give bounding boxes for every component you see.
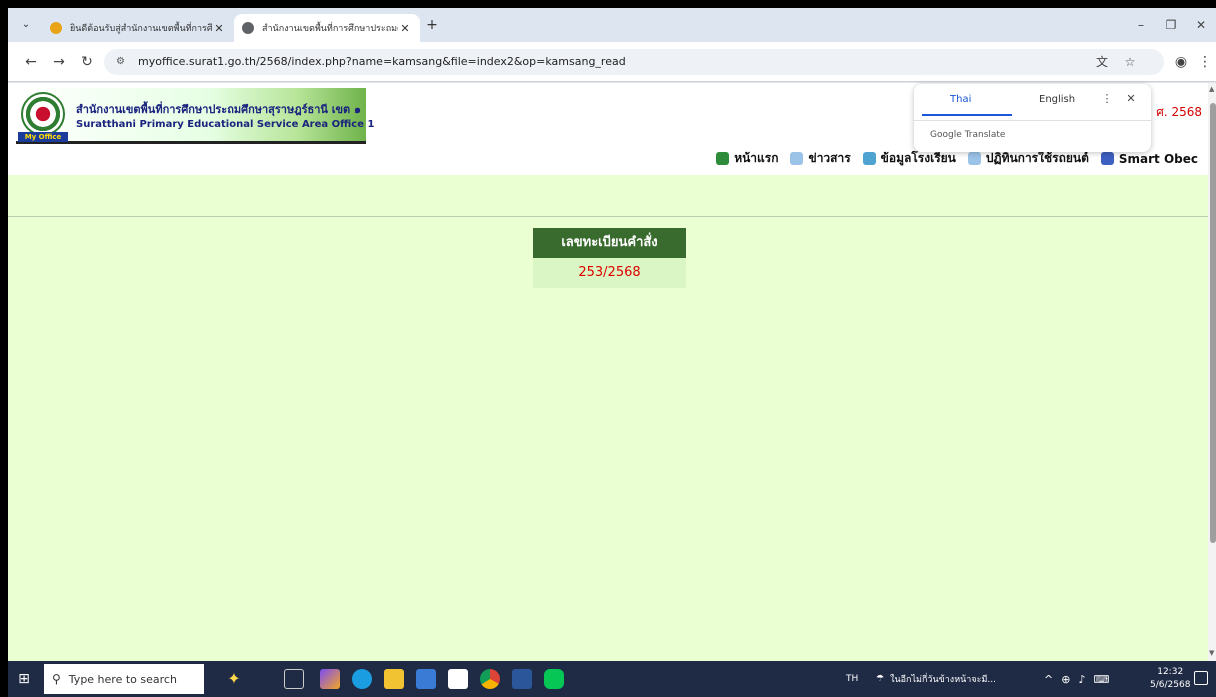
tab-close-icon[interactable]: ✕	[212, 22, 226, 35]
translate-popup: Thai English ⋮ ✕ Google Translate	[914, 84, 1151, 152]
register-number-value: 253/2568	[533, 258, 686, 288]
network-icon[interactable]: ⊕	[1061, 673, 1070, 686]
tab-office[interactable]: สำนักงานเขตพื้นที่การศึกษาประถมศึ ✕	[234, 14, 420, 42]
address-bar[interactable]: ⚙ myoffice.surat1.go.th/2568/index.php?n…	[104, 49, 1164, 75]
mail-icon[interactable]	[448, 669, 468, 689]
notification-icon[interactable]	[1194, 671, 1208, 685]
url-text[interactable]: myoffice.surat1.go.th/2568/index.php?nam…	[138, 55, 626, 68]
bookmark-star-icon[interactable]: ☆	[1122, 54, 1138, 70]
org-name-english: Suratthani Primary Educational Service A…	[76, 119, 375, 130]
translate-close-icon[interactable]: ✕	[1124, 92, 1138, 106]
clock[interactable]: 12:32 5/6/2568	[1150, 666, 1190, 692]
word-icon[interactable]	[512, 669, 532, 689]
tray-icons[interactable]: ^ ⊕ ♪ ⌨	[1044, 661, 1109, 697]
logo-tag: My Office	[18, 132, 68, 142]
translate-icon[interactable]: 文	[1094, 54, 1110, 70]
site-info-icon[interactable]: ⚙	[116, 54, 132, 70]
book-icon	[1100, 152, 1114, 165]
taskbar-search[interactable]: ⚲ Type here to search	[44, 664, 204, 694]
year-text: ศ. 2568	[1156, 105, 1202, 119]
chrome-icon[interactable]	[480, 669, 500, 689]
globe-icon	[242, 22, 254, 34]
vertical-scrollbar[interactable]: ▲ ▼	[1208, 83, 1216, 661]
back-arrow-icon[interactable]: ←	[22, 53, 40, 71]
scroll-thumb[interactable]	[1210, 103, 1216, 543]
new-tab-button[interactable]: +	[424, 17, 440, 33]
menu-item-label: ข่าวสาร	[808, 151, 851, 165]
navigation-bar: ← → ↻ ⚙ myoffice.surat1.go.th/2568/index…	[8, 42, 1216, 82]
profile-icon[interactable]: ◉	[1172, 53, 1190, 71]
tab-title: ยินดีต้อนรับสู่สำนักงานเขตพื้นที่การศึ	[70, 24, 212, 34]
menu-item-news[interactable]: ข่าวสาร	[790, 149, 851, 168]
menu-item-smart-obec[interactable]: Smart Obec	[1100, 151, 1198, 166]
translate-source-tab[interactable]: Thai	[950, 94, 971, 105]
tab-title: สำนักงานเขตพื้นที่การศึกษาประถมศึ	[262, 24, 398, 34]
active-tab-indicator	[922, 114, 1012, 116]
weather-text: ในอีกไม่กี่วันข้างหน้าจะมี...	[890, 675, 996, 685]
news-icon	[790, 152, 804, 165]
windows-start-icon[interactable]: ⊞	[14, 669, 34, 689]
search-placeholder: Type here to search	[68, 672, 177, 686]
file-explorer-icon[interactable]	[384, 669, 404, 689]
clock-time: 12:32	[1157, 667, 1184, 677]
page-content: My Office สำนักงานเขตพื้นที่การศึกษาประถ…	[8, 83, 1208, 661]
clock-date: 5/6/2568	[1150, 680, 1191, 690]
menu-item-label: หน้าแรก	[734, 151, 779, 165]
tab-search-icon[interactable]: ⌄	[18, 17, 34, 33]
chevron-up-icon[interactable]: ^	[1044, 673, 1053, 686]
emblem-icon	[21, 92, 65, 136]
reload-icon[interactable]: ↻	[78, 53, 96, 71]
scroll-down-icon[interactable]: ▼	[1209, 649, 1214, 657]
search-icon: ⚲	[52, 672, 61, 686]
divider	[914, 120, 1151, 121]
register-number-header: เลขทะเบียนคำสั่ง	[533, 228, 686, 258]
org-name-thai: สำนักงานเขตพื้นที่การศึกษาประถมศึกษาสุรา…	[76, 103, 361, 116]
school-icon	[862, 152, 876, 165]
line-icon[interactable]	[544, 669, 564, 689]
keyboard-icon[interactable]: ⌨	[1093, 673, 1109, 686]
forward-arrow-icon[interactable]: →	[50, 53, 68, 71]
translate-options-icon[interactable]: ⋮	[1100, 92, 1114, 106]
store-icon[interactable]	[416, 669, 436, 689]
site-logo-banner[interactable]: My Office สำนักงานเขตพื้นที่การศึกษาประถ…	[16, 88, 374, 144]
close-window-button[interactable]: ✕	[1186, 14, 1216, 36]
menu-item-label: Smart Obec	[1118, 151, 1198, 166]
copilot-icon[interactable]	[320, 669, 340, 689]
home-icon	[716, 152, 730, 165]
translate-brand: Google Translate	[930, 130, 1006, 140]
tab-welcome[interactable]: ยินดีต้อนรับสู่สำนักงานเขตพื้นที่การศึ ✕	[42, 14, 234, 42]
kebab-menu-icon[interactable]: ⋮	[1196, 53, 1214, 71]
restore-button[interactable]: ❐	[1156, 14, 1186, 36]
browser-window: ⌄ ยินดีต้อนรับสู่สำนักงานเขตพื้นที่การศึ…	[8, 8, 1216, 697]
tab-close-icon[interactable]: ✕	[398, 22, 412, 35]
volume-icon[interactable]: ♪	[1078, 673, 1085, 686]
edge-icon[interactable]	[352, 669, 372, 689]
favicon-icon	[50, 22, 62, 34]
translate-target-tab[interactable]: English	[1039, 94, 1075, 105]
tab-strip: ⌄ ยินดีต้อนรับสู่สำนักงานเขตพื้นที่การศึ…	[8, 8, 1216, 42]
taskbar: ⊞ ⚲ Type here to search ✦ TH ☂ ในอีกไม่ก…	[8, 661, 1216, 697]
calendar-icon	[967, 152, 981, 165]
task-view-icon[interactable]	[284, 669, 304, 689]
menu-item-home[interactable]: หน้าแรก	[716, 149, 778, 168]
divider	[8, 216, 1208, 217]
ime-indicator[interactable]: TH	[846, 661, 858, 697]
weather-widget[interactable]: ☂ ในอีกไม่กี่วันข้างหน้าจะมี...	[876, 661, 996, 697]
scroll-up-icon[interactable]: ▲	[1209, 85, 1214, 93]
sparkle-icon[interactable]: ✦	[224, 669, 244, 689]
weather-icon: ☂	[876, 674, 885, 684]
minimize-button[interactable]: –	[1126, 14, 1156, 36]
